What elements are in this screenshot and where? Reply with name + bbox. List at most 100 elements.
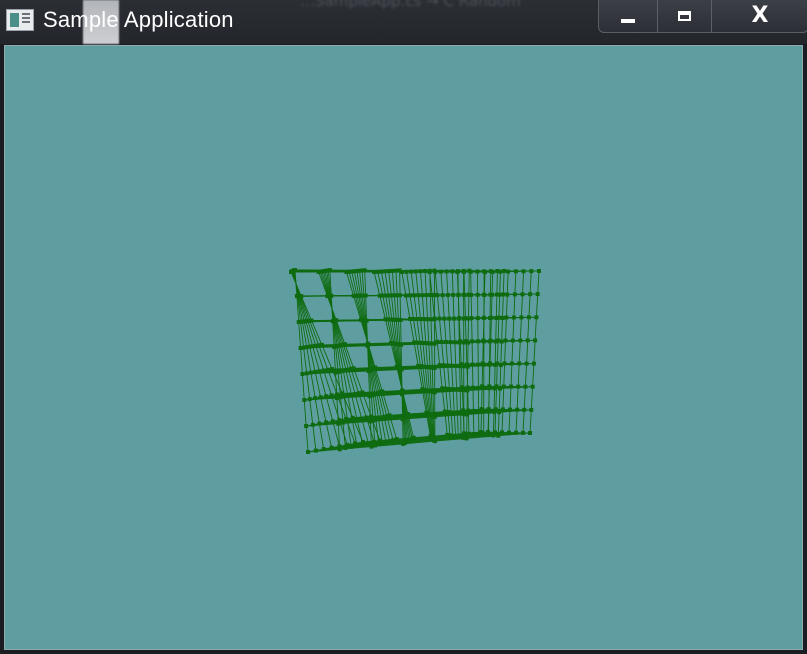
mesh-vertex xyxy=(499,339,504,344)
mesh-vertex xyxy=(372,439,377,444)
mesh-vertex xyxy=(535,292,540,297)
mesh-vertex xyxy=(475,316,480,321)
mesh-vertex xyxy=(469,316,474,321)
mesh-vertex xyxy=(313,369,318,374)
mesh-vertex xyxy=(453,363,458,368)
mesh-vertex xyxy=(415,317,419,321)
app-window-icon[interactable] xyxy=(6,9,34,31)
mesh-vertex xyxy=(503,338,508,343)
mesh-vertex xyxy=(304,371,309,376)
mesh-vertex xyxy=(479,407,484,412)
mesh-vertex xyxy=(486,407,491,412)
mesh-vertex xyxy=(391,438,396,443)
maximize-button[interactable] xyxy=(658,0,712,32)
mesh-vertex xyxy=(493,430,497,435)
mesh-vertex xyxy=(440,293,445,298)
mesh-vertex xyxy=(513,269,518,274)
mesh-vertex xyxy=(525,338,530,343)
mesh-vertex xyxy=(521,430,525,435)
mesh-vertex xyxy=(500,430,504,435)
mesh-vertex xyxy=(343,446,348,450)
mesh-vertex xyxy=(490,269,495,274)
mesh-vertex xyxy=(373,365,378,370)
mesh-vertex xyxy=(329,445,334,450)
mesh-vertex xyxy=(505,292,510,297)
mesh-vertex xyxy=(383,440,388,445)
mesh-vertex xyxy=(351,293,356,298)
mesh-vertex xyxy=(528,431,532,435)
mesh-vertex xyxy=(405,412,410,416)
mesh-vertex xyxy=(469,292,474,297)
minimize-button[interactable] xyxy=(599,0,658,32)
mesh-vertex xyxy=(334,396,339,401)
title-bar[interactable]: …SampleApp.cs → C Random Sample Applicat… xyxy=(0,0,807,44)
mesh-vertex xyxy=(443,386,448,391)
mesh-vertex xyxy=(427,270,432,274)
mesh-vertex xyxy=(496,315,501,320)
mesh-vertex xyxy=(483,270,487,274)
mesh-vertex xyxy=(534,315,539,320)
mesh-vertex xyxy=(480,361,485,366)
mesh-vertex xyxy=(515,407,520,412)
mesh-vertex xyxy=(329,393,334,398)
window-title: Sample Application xyxy=(43,7,234,32)
mesh-vertex xyxy=(325,367,330,372)
mesh-vertex xyxy=(471,408,476,413)
mesh-vertex xyxy=(502,268,507,273)
mesh-vertex xyxy=(493,407,498,412)
mesh-vertex xyxy=(452,316,456,321)
background-window-text: …SampleApp.cs → C Random xyxy=(300,0,521,10)
mesh-vertex xyxy=(307,397,312,402)
mesh-vertex xyxy=(351,366,356,371)
mesh-vertex xyxy=(445,363,450,368)
mesh-vertex xyxy=(411,435,416,440)
mesh-vertex xyxy=(462,269,466,274)
mesh-vertex xyxy=(522,407,527,412)
mesh-vertex xyxy=(400,388,405,393)
mesh-vertex xyxy=(475,292,480,297)
mesh-vertex xyxy=(444,269,449,274)
mesh-vertex xyxy=(345,419,350,424)
mesh-vertex xyxy=(449,363,454,368)
mesh-vertex xyxy=(504,315,509,320)
mesh-vertex xyxy=(476,385,481,390)
mesh-vertex xyxy=(313,448,318,453)
render-viewport[interactable] xyxy=(4,45,803,650)
mesh-vertex xyxy=(422,317,426,322)
mesh-vertex xyxy=(520,292,525,297)
mesh-vertex xyxy=(308,370,313,375)
mesh-vertex xyxy=(496,338,501,343)
mesh-vertex xyxy=(341,420,345,425)
mesh-vertex xyxy=(481,338,486,343)
window-controls: X xyxy=(598,0,807,33)
mesh-vertex xyxy=(464,339,469,344)
mesh-vertex xyxy=(523,384,528,389)
mesh-vertex xyxy=(411,317,416,321)
close-button[interactable]: X xyxy=(712,0,807,32)
mesh-vertex xyxy=(467,431,471,436)
mesh-vertex xyxy=(413,269,418,274)
mesh-vertex xyxy=(476,339,480,344)
mesh-vertex xyxy=(386,269,391,274)
mesh-vertex xyxy=(350,418,355,423)
mesh-vertex xyxy=(334,318,339,323)
mesh-vertex xyxy=(316,270,321,274)
mesh-vertex xyxy=(509,361,514,366)
mesh-vertex xyxy=(509,384,513,389)
mesh-vertex xyxy=(416,293,421,298)
mesh-vertex xyxy=(486,430,490,435)
mesh-vertex xyxy=(466,408,471,413)
mesh-vertex xyxy=(321,368,326,373)
mesh-vertex xyxy=(496,433,501,438)
mesh-vertex xyxy=(304,424,309,428)
mesh-vertex xyxy=(373,443,377,448)
mesh-vertex xyxy=(360,442,365,447)
mesh-vertex xyxy=(481,315,486,320)
mesh-vertex xyxy=(495,361,500,366)
mesh-vertex xyxy=(366,441,371,446)
mesh-vertex xyxy=(394,437,399,442)
mesh-vertex xyxy=(319,342,324,347)
mesh-vertex xyxy=(418,317,423,322)
mesh-vertex xyxy=(383,317,388,322)
mesh-vertex xyxy=(471,385,475,390)
